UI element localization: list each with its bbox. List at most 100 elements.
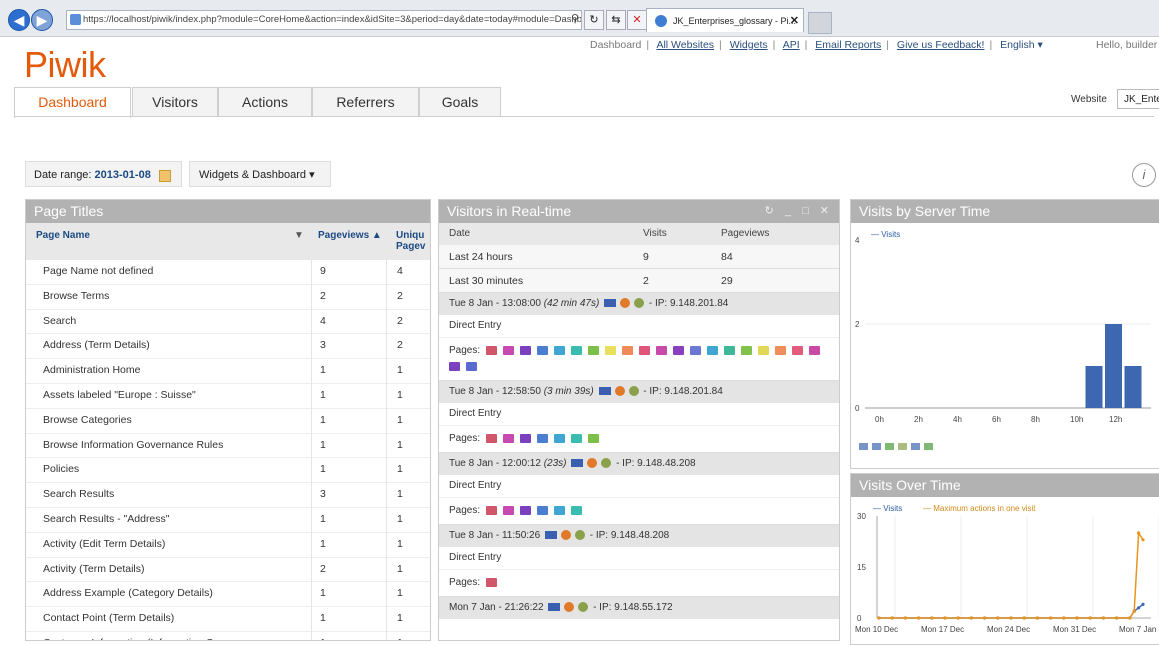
piwik-logo[interactable]: Piwik xyxy=(24,44,106,86)
page-icon[interactable] xyxy=(554,345,566,355)
tab-visitors[interactable]: Visitors xyxy=(132,87,218,117)
page-icon[interactable] xyxy=(486,433,498,443)
page-icon[interactable] xyxy=(571,345,583,355)
page-icon[interactable] xyxy=(571,505,583,515)
table-row[interactable]: Browse Terms 2 2 xyxy=(26,285,430,310)
realtime-title[interactable]: Visitors in Real-time ↻ _ □ ✕ xyxy=(439,200,839,223)
widgets-link[interactable]: Widgets xyxy=(730,39,768,51)
page-icon[interactable] xyxy=(537,505,549,515)
page-icon[interactable] xyxy=(520,433,532,443)
table-row[interactable]: Browse Categories 1 1 xyxy=(26,409,430,434)
table-row[interactable]: Browse Information Governance Rules 1 1 xyxy=(26,434,430,459)
page-icon[interactable] xyxy=(503,505,515,515)
api-link[interactable]: API xyxy=(783,39,800,51)
visits-over-time-title[interactable]: Visits Over Time xyxy=(851,474,1159,497)
page-icon[interactable] xyxy=(622,345,634,355)
page-icon[interactable] xyxy=(588,345,600,355)
page-icon[interactable] xyxy=(554,505,566,515)
page-icon[interactable] xyxy=(588,433,600,443)
page-icon[interactable] xyxy=(690,345,702,355)
table-row[interactable]: Customer Information (Information Govern… xyxy=(26,632,430,640)
visit-ip: - IP: 9.148.55.172 xyxy=(593,602,673,613)
table-row[interactable]: Assets labeled "Europe : Suisse" 1 1 xyxy=(26,384,430,409)
page-icon[interactable] xyxy=(673,345,685,355)
page-icon[interactable] xyxy=(741,345,753,355)
browser-tab[interactable]: JK_Enterprises_glossary - Pi... ✕ xyxy=(646,8,804,32)
sort-icon[interactable]: ▼ xyxy=(294,230,304,241)
page-icon[interactable] xyxy=(792,345,804,355)
pageviews-cell: 1 xyxy=(320,537,326,550)
page-icon[interactable] xyxy=(605,345,617,355)
pageviews-cell: 1 xyxy=(320,388,326,401)
page-icon[interactable] xyxy=(486,577,498,587)
refresh-icon[interactable]: ↻ xyxy=(584,10,604,30)
legend-visits: — Visits xyxy=(873,504,903,513)
table-row[interactable]: Search Results 3 1 xyxy=(26,483,430,508)
compat-view-icon[interactable]: ⇆ xyxy=(606,10,626,30)
page-name-cell: Administration Home xyxy=(43,364,141,377)
widget-controls-icon[interactable]: ↻ _ □ ✕ xyxy=(765,200,833,223)
dashboard-link[interactable]: Dashboard xyxy=(590,39,641,51)
page-icon[interactable] xyxy=(466,361,477,371)
page-icon[interactable] xyxy=(449,361,460,371)
table-row[interactable]: Activity (Term Details) 2 1 xyxy=(26,558,430,583)
bar xyxy=(1124,366,1142,408)
page-icon[interactable] xyxy=(486,345,498,355)
widgets-dashboard-menu[interactable]: Widgets & Dashboard ▾ xyxy=(189,161,331,187)
page-titles-title[interactable]: Page Titles xyxy=(26,200,430,223)
table-row[interactable]: Administration Home 1 1 xyxy=(26,359,430,384)
page-icon[interactable] xyxy=(571,433,583,443)
page-icon[interactable] xyxy=(656,345,668,355)
page-icon[interactable] xyxy=(724,345,736,355)
address-bar[interactable]: https://localhost/piwik/index.php?module… xyxy=(66,10,582,30)
page-icon[interactable] xyxy=(639,345,651,355)
new-tab-button[interactable] xyxy=(808,12,832,34)
table-row[interactable]: Page Name not defined 9 4 xyxy=(26,260,430,285)
table-row[interactable]: Address Example (Category Details) 1 1 xyxy=(26,582,430,608)
tab-dashboard[interactable]: Dashboard xyxy=(14,87,131,118)
server-time-title[interactable]: Visits by Server Time xyxy=(851,200,1159,223)
calendar-icon[interactable] xyxy=(159,170,171,182)
email-reports-link[interactable]: Email Reports xyxy=(815,39,881,51)
feedback-link[interactable]: Give us Feedback! xyxy=(897,39,985,51)
page-name-header[interactable]: Page Name ▼ xyxy=(36,230,304,241)
unique-pageviews-header[interactable]: Uniqu Pagev xyxy=(396,230,425,252)
page-icon[interactable] xyxy=(537,345,549,355)
date-range-control[interactable]: Date range: 2013-01-08 xyxy=(25,161,182,187)
stop-icon[interactable]: ✕ xyxy=(627,10,647,30)
page-icon[interactable] xyxy=(486,505,498,515)
tab-referrers[interactable]: Referrers xyxy=(312,87,419,117)
os-icon xyxy=(634,298,645,309)
table-row[interactable]: Address (Term Details) 3 2 xyxy=(26,334,430,360)
info-icon[interactable]: i xyxy=(1132,163,1156,187)
page-icon[interactable] xyxy=(775,345,787,355)
website-selector[interactable]: JK_Enterprises xyxy=(1117,89,1159,109)
data-point xyxy=(1035,616,1039,620)
table-row[interactable]: Search 4 2 xyxy=(26,310,430,335)
page-icon[interactable] xyxy=(758,345,770,355)
table-row[interactable]: Policies 1 1 xyxy=(26,458,430,484)
page-icon[interactable] xyxy=(537,433,549,443)
page-icon[interactable] xyxy=(503,433,515,443)
page-icon[interactable] xyxy=(554,433,566,443)
pageviews-header[interactable]: Pageviews ▲ xyxy=(318,230,382,241)
page-icon[interactable] xyxy=(809,345,821,355)
table-row[interactable]: Contact Point (Term Details) 1 1 xyxy=(26,607,430,632)
page-icon[interactable] xyxy=(520,505,532,515)
tab-actions[interactable]: Actions xyxy=(218,87,312,117)
tab-goals[interactable]: Goals xyxy=(419,87,501,117)
data-point xyxy=(1009,616,1013,620)
page-icon[interactable] xyxy=(503,345,515,355)
page-icon[interactable] xyxy=(520,345,532,355)
table-row[interactable]: Activity (Edit Term Details) 1 1 xyxy=(26,533,430,558)
language-selector[interactable]: English ▾ xyxy=(1000,39,1043,51)
search-icon[interactable]: ⚲ xyxy=(571,13,579,26)
unique-pageviews-cell: 1 xyxy=(397,413,403,426)
close-tab-icon[interactable]: ✕ xyxy=(790,9,799,32)
visit-ip: - IP: 9.148.48.208 xyxy=(589,530,670,541)
table-row[interactable]: Search Results - "Address" 1 1 xyxy=(26,508,430,533)
back-button[interactable]: ◀ xyxy=(8,9,30,31)
forward-button[interactable]: ▶ xyxy=(31,9,53,31)
page-icon[interactable] xyxy=(707,345,719,355)
all-websites-link[interactable]: All Websites xyxy=(656,39,714,51)
